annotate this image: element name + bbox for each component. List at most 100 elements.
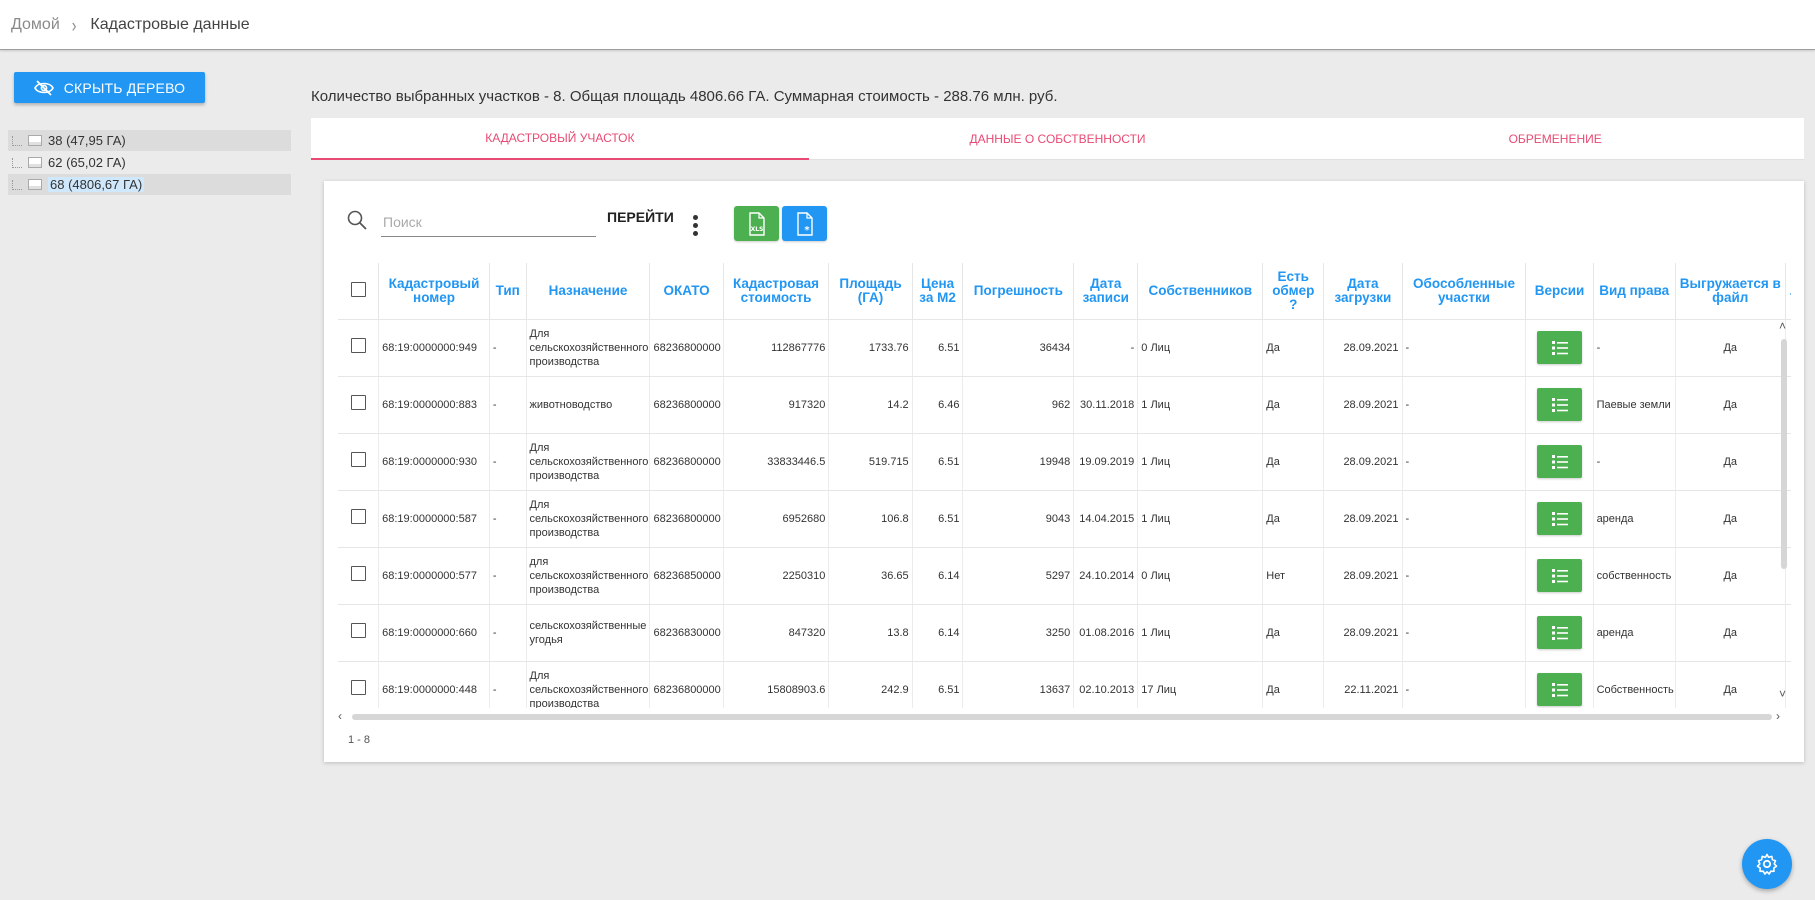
go-button[interactable]: ПЕРЕЙТИ bbox=[601, 208, 680, 226]
cell-type: - bbox=[489, 433, 527, 491]
table-row[interactable]: 68:19:0000000:448- Для сельскохозяйственн… bbox=[338, 661, 1791, 708]
scroll-up-icon[interactable]: ˄ bbox=[1779, 319, 1786, 333]
tab-cadastral-plot[interactable]: Кадастровый участок bbox=[311, 118, 809, 160]
row-checkbox[interactable] bbox=[350, 566, 366, 581]
cell-okato: 68236800000 bbox=[649, 376, 724, 434]
horizontal-scroll-thumb[interactable] bbox=[352, 714, 1772, 720]
cell-load-date: 22.11.2021 bbox=[1323, 661, 1403, 708]
more-vert-icon[interactable] bbox=[693, 215, 699, 239]
tree-item-selected[interactable]: 68 (4806,67 ГА) bbox=[8, 174, 291, 195]
versions-button[interactable] bbox=[1537, 502, 1583, 535]
column-header[interactable]: Вид права bbox=[1593, 263, 1676, 320]
cell-type: - bbox=[489, 376, 527, 434]
column-header[interactable]: Дата загрузки bbox=[1323, 263, 1403, 320]
column-header[interactable]: Кадастровая стоимость bbox=[723, 263, 830, 320]
scroll-left-icon[interactable]: ‹ bbox=[338, 709, 342, 723]
table-row[interactable]: 68:19:0000000:930- Для сельскохозяйственн… bbox=[338, 433, 1791, 491]
search-input[interactable] bbox=[381, 207, 596, 237]
row-checkbox[interactable] bbox=[350, 452, 366, 467]
table-row[interactable]: 68:19:0000000:587- Для сельскохозяйственн… bbox=[338, 490, 1791, 548]
tree-item-label: 68 (4806,67 ГА) bbox=[48, 177, 145, 192]
tree-item[interactable]: 38 (47,95 ГА) bbox=[8, 130, 291, 151]
tab-ownership-data[interactable]: Данные о собственности bbox=[808, 118, 1307, 160]
select-all-header bbox=[338, 263, 380, 320]
row-checkbox[interactable] bbox=[350, 395, 366, 410]
cell-price: 6.51 bbox=[912, 661, 964, 708]
numbered-list-icon bbox=[1551, 625, 1568, 640]
column-header[interactable]: Дата записи bbox=[1073, 263, 1139, 320]
scroll-down-icon[interactable]: ˅ bbox=[1779, 687, 1786, 701]
column-header[interactable]: . bbox=[1785, 263, 1791, 320]
cell-measured: Да bbox=[1262, 319, 1325, 377]
column-header[interactable]: Обособленные участки bbox=[1402, 263, 1527, 320]
cell-measured: Да bbox=[1262, 661, 1325, 708]
row-checkbox[interactable] bbox=[350, 680, 366, 695]
cell-measured: Да bbox=[1262, 376, 1325, 434]
cell-export: Да bbox=[1675, 661, 1786, 708]
cell-purpose: животноводство bbox=[526, 376, 651, 434]
column-header[interactable]: Назначение bbox=[526, 263, 651, 320]
column-header[interactable]: Площадь (ГА) bbox=[828, 263, 913, 320]
cell-purpose: Для сельскохозяйственного производства bbox=[526, 490, 651, 548]
cell-okato: 68236800000 bbox=[649, 319, 724, 377]
versions-button[interactable] bbox=[1537, 331, 1583, 364]
export-file-button[interactable]: * bbox=[782, 206, 827, 241]
row-checkbox[interactable] bbox=[350, 338, 366, 353]
cell-record-date: - bbox=[1073, 319, 1139, 377]
cell-area: 13.8 bbox=[828, 604, 913, 662]
cell-cadastral: 68:19:0000000:949 bbox=[378, 319, 490, 377]
cell-measured: Да bbox=[1262, 490, 1325, 548]
search-icon[interactable] bbox=[346, 209, 368, 231]
horizontal-scrollbar[interactable]: ‹ › bbox=[338, 709, 1788, 723]
scroll-right-icon[interactable]: › bbox=[1776, 709, 1780, 723]
cell-price: 6.51 bbox=[912, 490, 964, 548]
column-header[interactable]: Собственников bbox=[1137, 263, 1264, 320]
table-row[interactable]: 68:19:0000000:949- Для сельскохозяйственн… bbox=[338, 319, 1791, 377]
breadcrumb-home-link[interactable]: Домой bbox=[11, 16, 60, 34]
column-header[interactable]: Цена за М2 bbox=[912, 263, 964, 320]
column-header[interactable]: Погрешность bbox=[962, 263, 1075, 320]
row-checkbox[interactable] bbox=[350, 623, 366, 638]
vertical-scroll-thumb[interactable] bbox=[1781, 339, 1787, 569]
tree-expander-icon[interactable] bbox=[12, 157, 22, 168]
cell-cost: 6952680 bbox=[723, 490, 830, 548]
cell-cadastral: 68:19:0000000:883 bbox=[378, 376, 490, 434]
table-row[interactable]: 68:19:0000000:577- для сельскохозяйственн… bbox=[338, 547, 1791, 605]
table-row[interactable]: 68:19:0000000:883- животноводство 68236800… bbox=[338, 376, 1791, 434]
column-header[interactable]: Кадастровый номер bbox=[378, 263, 490, 320]
column-header[interactable]: Выгружается в файл bbox=[1675, 263, 1786, 320]
cell-error: 962 bbox=[962, 376, 1075, 434]
cell-record-date: 30.11.2018 bbox=[1073, 376, 1139, 434]
vertical-scrollbar[interactable]: ˄ ˅ bbox=[1777, 319, 1791, 709]
table-row[interactable]: 68:19:0000000:660- сельскохозяйственные у… bbox=[338, 604, 1791, 662]
cell-right: Собственность bbox=[1593, 661, 1676, 708]
column-header[interactable]: Есть обмер ? bbox=[1262, 263, 1325, 320]
export-xls-button[interactable]: XLS bbox=[734, 206, 779, 241]
cell-price: 6.14 bbox=[912, 547, 964, 605]
tree-expander-icon[interactable] bbox=[12, 179, 22, 190]
tree-item[interactable]: 62 (65,02 ГА) bbox=[8, 152, 291, 173]
tab-encumbrance[interactable]: Обременение bbox=[1306, 118, 1805, 160]
versions-button[interactable] bbox=[1537, 616, 1583, 649]
table-toolbar: ПЕРЕЙТИ XLS * bbox=[324, 181, 1804, 261]
select-all-checkbox[interactable] bbox=[350, 281, 366, 297]
cell-error: 3250 bbox=[962, 604, 1075, 662]
cell-error: 9043 bbox=[962, 490, 1075, 548]
column-header[interactable]: Версии bbox=[1525, 263, 1594, 320]
settings-fab[interactable] bbox=[1742, 839, 1792, 889]
cell-cadastral: 68:19:0000000:577 bbox=[378, 547, 490, 605]
versions-button[interactable] bbox=[1537, 673, 1583, 706]
versions-cell bbox=[1525, 433, 1594, 491]
gear-icon bbox=[1756, 853, 1778, 875]
versions-button[interactable] bbox=[1537, 445, 1583, 478]
tree-expander-icon[interactable] bbox=[12, 135, 22, 146]
cell-type: - bbox=[489, 661, 527, 708]
column-header[interactable]: ОКАТО bbox=[649, 263, 724, 320]
hide-tree-button[interactable]: Скрыть дерево bbox=[14, 72, 205, 103]
column-header[interactable]: Тип bbox=[489, 263, 527, 320]
cell-separate: - bbox=[1402, 376, 1527, 434]
versions-button[interactable] bbox=[1537, 559, 1583, 592]
chevron-right-icon: › bbox=[71, 13, 77, 36]
versions-button[interactable] bbox=[1537, 388, 1583, 421]
row-checkbox[interactable] bbox=[350, 509, 366, 524]
